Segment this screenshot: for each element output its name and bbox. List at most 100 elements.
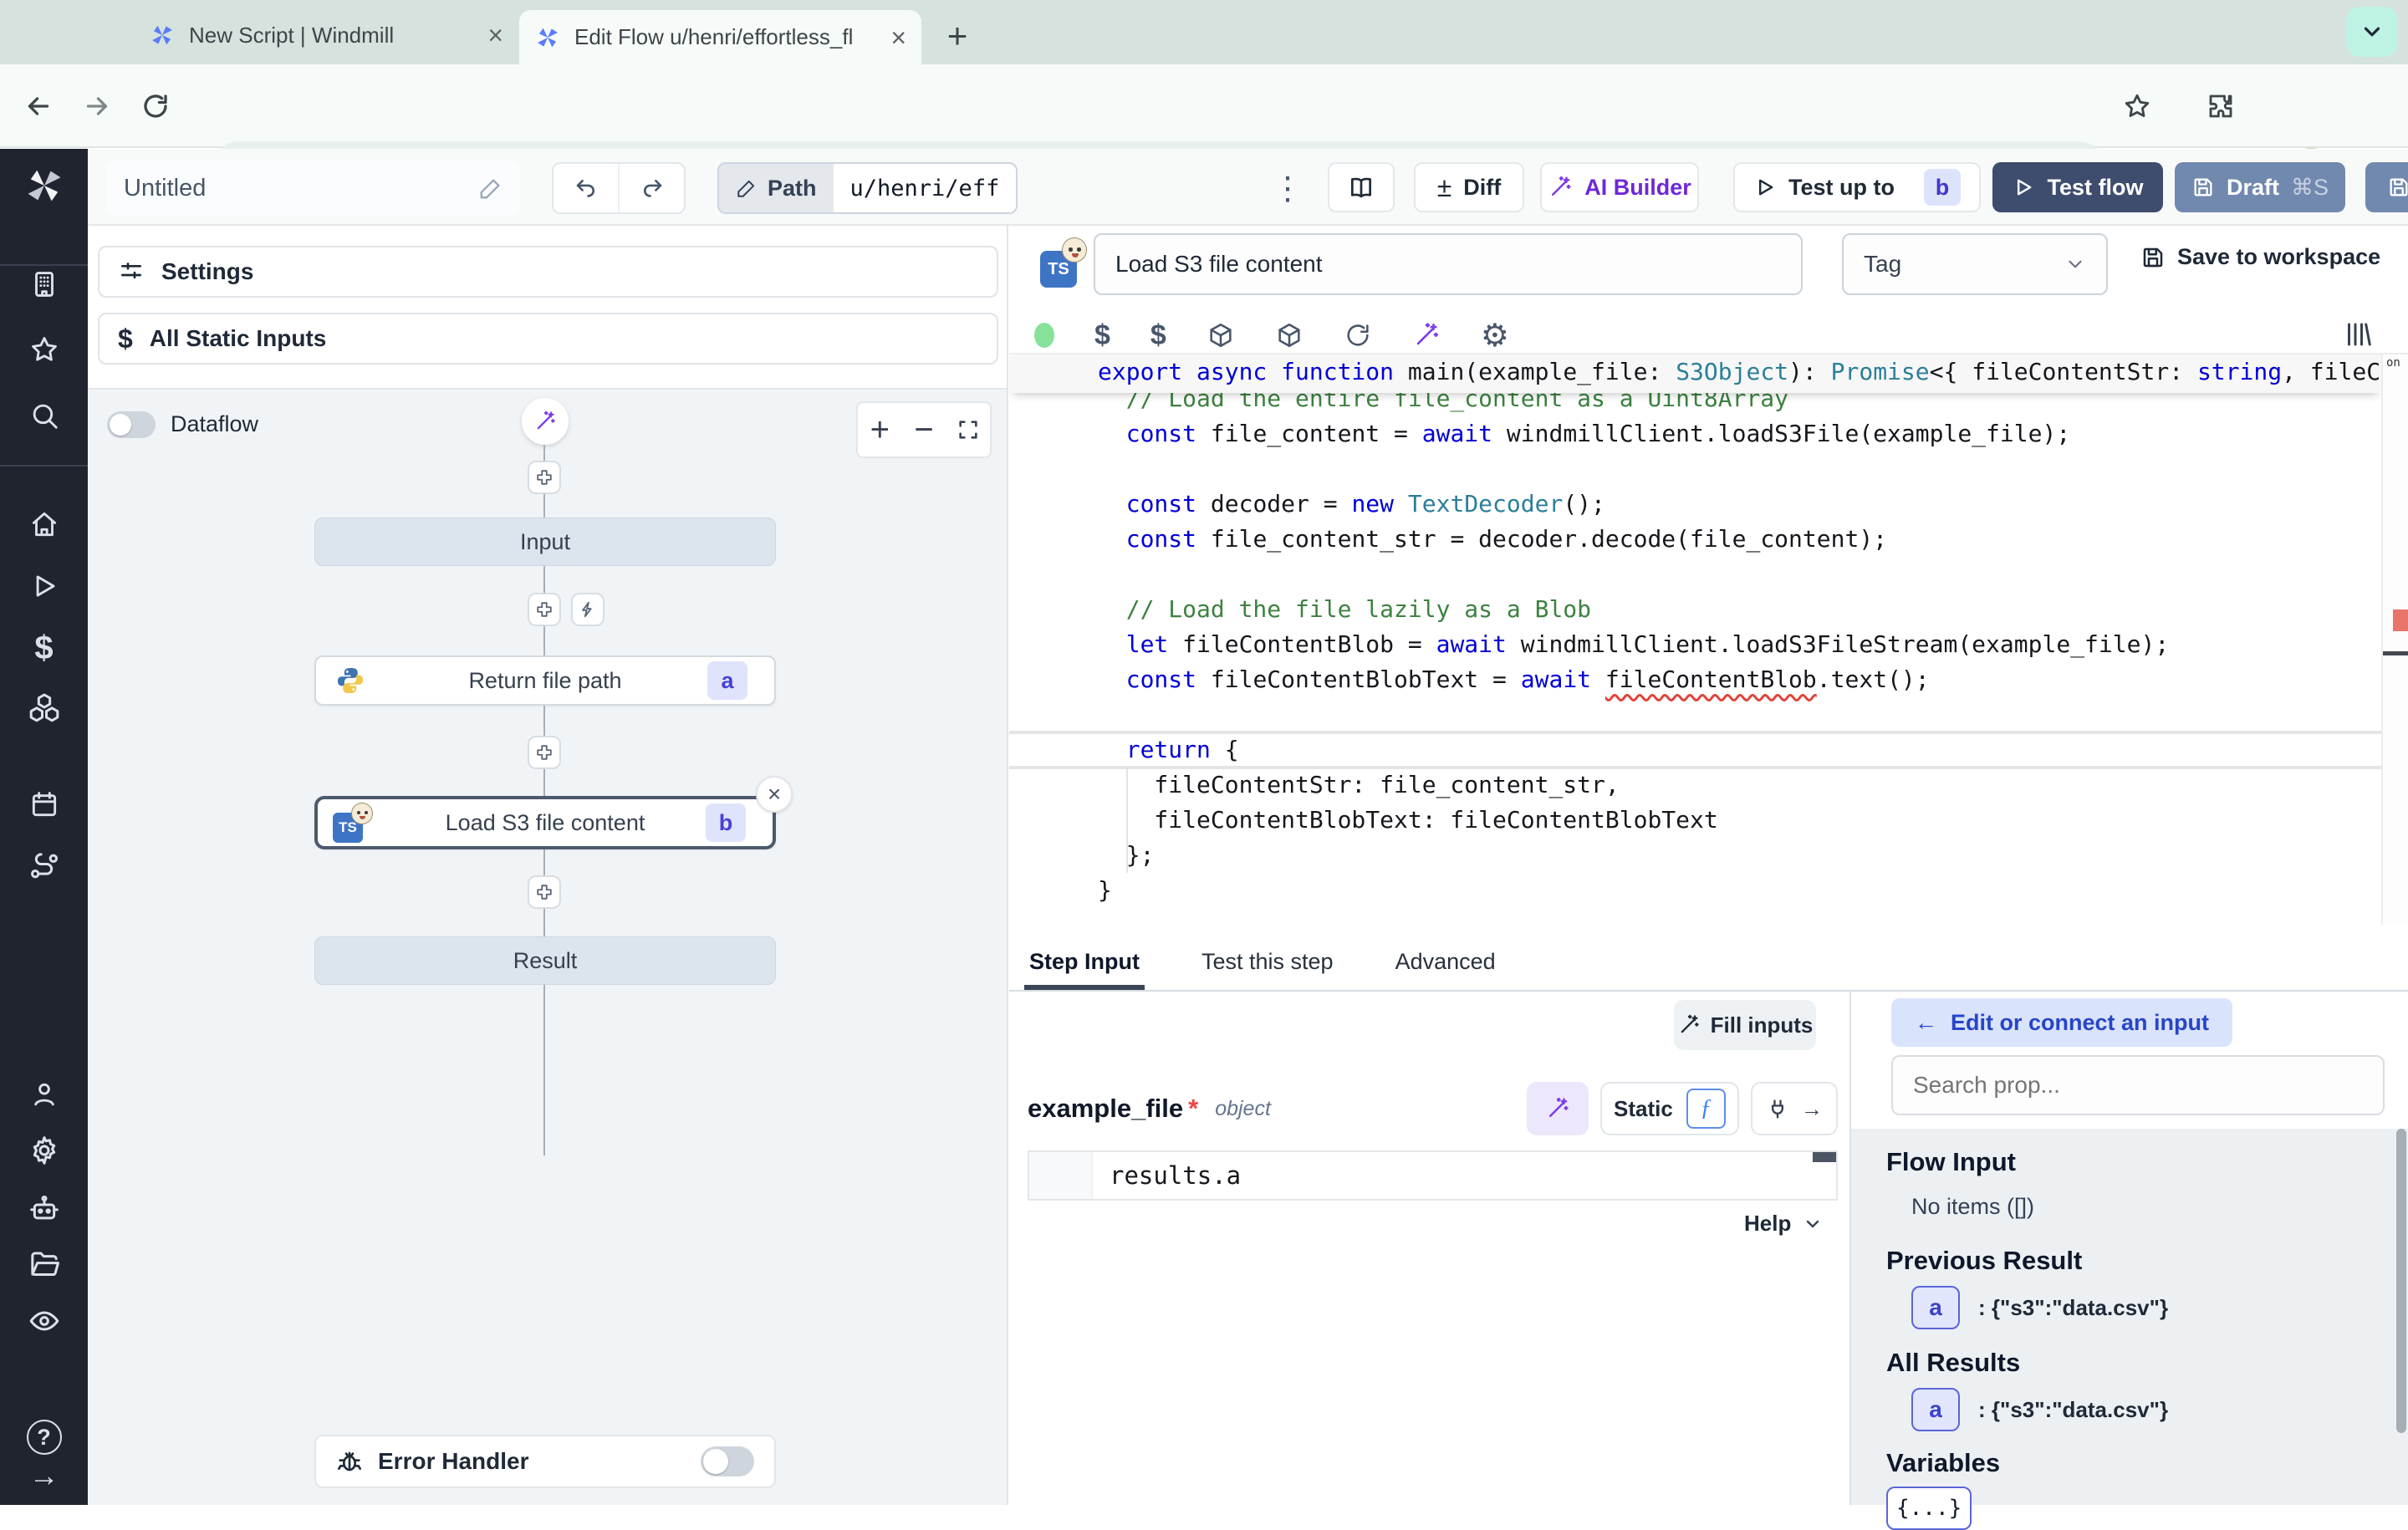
back-arrow-icon: ← — [1915, 1010, 1937, 1036]
bookmark-star-button[interactable] — [2119, 88, 2155, 125]
tab-step-input[interactable]: Step Input — [1029, 949, 1140, 975]
sidebar-item-runs[interactable] — [0, 570, 88, 602]
forward-button[interactable] — [79, 88, 115, 125]
flow-settings-button[interactable]: Settings — [98, 246, 998, 298]
sidebar-item-workspace[interactable] — [0, 268, 88, 300]
sidebar-item-variables[interactable]: $ — [0, 630, 88, 667]
path-selector[interactable]: Path u/henri/eff — [717, 162, 1018, 214]
all-results-row[interactable]: a : {"s3":"data.csv"} — [1911, 1388, 2168, 1431]
add-step-button[interactable] — [528, 593, 561, 626]
sidebar-item-search[interactable] — [0, 400, 88, 431]
sidebar-rail: $ ? → — [0, 149, 88, 1505]
ai-wand-icon[interactable] — [1412, 321, 1441, 349]
save-icon — [2140, 245, 2166, 270]
sidebar-item-resources[interactable] — [0, 691, 88, 724]
zoom-in-button[interactable]: + — [858, 411, 902, 449]
play-icon — [2012, 176, 2035, 199]
add-step-button[interactable] — [528, 875, 561, 909]
redo-button[interactable] — [620, 164, 684, 212]
script-settings-gear-icon[interactable]: ⚙ — [1481, 317, 1509, 354]
save-to-workspace-button[interactable]: Save to workspace — [2140, 244, 2380, 270]
resize-handle[interactable] — [1813, 1152, 1836, 1162]
sidebar-item-schedules[interactable] — [0, 788, 88, 820]
flow-node-b-selected[interactable]: TS Load S3 file content b — [314, 796, 776, 849]
flow-node-a[interactable]: Return file path a — [314, 655, 776, 706]
result-key-badge[interactable]: a — [1911, 1388, 1960, 1431]
sidebar-collapse-icon[interactable]: → — [0, 1458, 88, 1493]
star-icon — [2122, 91, 2152, 121]
test-up-to-button[interactable]: Test up to b — [1733, 162, 1981, 212]
minimap[interactable]: on — [2381, 354, 2408, 925]
sidebar-item-ai[interactable] — [0, 1192, 88, 1226]
docs-button[interactable] — [1328, 162, 1395, 212]
assets-icon[interactable] — [2343, 319, 2373, 349]
tag-select[interactable]: Tag — [1842, 233, 2108, 295]
scrollbar-thumb[interactable] — [2396, 1129, 2406, 1433]
draft-button[interactable]: Draft ⌘S — [2175, 162, 2345, 212]
package-icon[interactable] — [1207, 321, 1235, 349]
deploy-button[interactable]: Deploy — [2365, 162, 2408, 212]
sidebar-item-folders[interactable] — [0, 1247, 88, 1281]
connect-input-button[interactable]: → — [1751, 1082, 1838, 1135]
add-trigger-button[interactable] — [571, 593, 605, 626]
previous-result-row[interactable]: a : {"s3":"data.csv"} — [1911, 1286, 2168, 1329]
diff-button[interactable]: ± Diff — [1414, 162, 1524, 212]
sidebar-item-help[interactable]: ? — [0, 1420, 88, 1455]
tab-close-icon[interactable]: × — [487, 22, 503, 48]
step-title-input[interactable] — [1094, 233, 1803, 295]
windmill-logo-icon[interactable] — [0, 164, 88, 207]
browser-tab-inactive[interactable]: New Script | Windmill × — [134, 10, 518, 60]
javascript-expr-icon[interactable]: ƒ — [1686, 1089, 1726, 1129]
remove-step-button[interactable]: × — [756, 776, 793, 813]
previous-result-heading: Previous Result — [1886, 1246, 2082, 1276]
resources-picker-icon[interactable]: $ — [1150, 319, 1166, 352]
flow-node-result[interactable]: Result — [314, 936, 776, 985]
tab-test-this-step[interactable]: Test this step — [1201, 949, 1334, 975]
back-button[interactable] — [20, 88, 57, 125]
error-handler-toggle[interactable] — [701, 1446, 754, 1476]
edit-or-connect-button[interactable]: ← Edit or connect an input — [1891, 998, 2232, 1047]
variables-picker-icon[interactable]: $ — [1094, 319, 1110, 352]
add-step-button[interactable] — [528, 736, 561, 769]
static-mode-toggle[interactable]: Static ƒ — [1600, 1082, 1739, 1135]
reload-button[interactable] — [137, 88, 174, 125]
help-dropdown[interactable]: Help — [1744, 1211, 1823, 1237]
new-tab-button[interactable]: + — [935, 13, 980, 59]
ai-builder-button[interactable]: AI Builder — [1540, 162, 1699, 212]
test-flow-button[interactable]: Test flow — [1992, 162, 2163, 212]
tab-advanced[interactable]: Advanced — [1395, 949, 1496, 975]
flow-node-input[interactable]: Input — [314, 518, 776, 566]
tab-search-chevron-button[interactable] — [2346, 7, 2398, 57]
all-static-inputs-button[interactable]: $ All Static Inputs — [98, 313, 998, 365]
extensions-button[interactable] — [2202, 88, 2239, 125]
add-step-button[interactable] — [528, 461, 561, 494]
prop-picker: Flow Input No items ([]) Previous Result… — [1851, 1129, 2408, 1505]
undo-button[interactable] — [554, 164, 620, 212]
browser-tab-active[interactable]: Edit Flow u/henri/effortless_fl × — [519, 10, 921, 64]
ai-fill-field-button[interactable] — [1527, 1082, 1589, 1135]
flow-ai-button[interactable] — [522, 398, 569, 445]
zoom-out-button[interactable]: − — [902, 411, 946, 449]
fit-view-button[interactable] — [946, 418, 990, 441]
flow-name-field[interactable]: Untitled — [107, 161, 520, 216]
package-icon[interactable] — [1275, 321, 1303, 349]
sidebar-item-settings[interactable] — [0, 1134, 88, 1167]
variables-badge[interactable]: {...} — [1886, 1487, 1972, 1530]
step-input-form: Fill inputs example_file * object Static… — [1009, 992, 1849, 1505]
error-handler-label: Error Handler — [378, 1448, 529, 1475]
dataflow-toggle[interactable] — [107, 411, 156, 438]
sidebar-item-audit[interactable] — [0, 1304, 88, 1338]
search-prop-input[interactable] — [1891, 1055, 2385, 1115]
sidebar-item-favorites[interactable] — [0, 334, 88, 365]
more-options-button[interactable]: ⋮ — [1271, 162, 1304, 214]
edit-pencil-icon[interactable] — [478, 176, 503, 201]
reset-icon[interactable] — [1344, 321, 1372, 349]
result-key-badge[interactable]: a — [1911, 1286, 1960, 1329]
fill-inputs-button[interactable]: Fill inputs — [1674, 1000, 1816, 1050]
sidebar-item-home[interactable] — [0, 508, 88, 540]
sidebar-item-workers[interactable] — [0, 849, 88, 883]
code-editor[interactable]: // Load the entire file_content as a Uin… — [1009, 353, 2408, 925]
tab-close-icon[interactable]: × — [890, 24, 906, 51]
field-value-editor[interactable]: results.a — [1028, 1150, 1838, 1201]
sidebar-item-account[interactable] — [0, 1079, 88, 1110]
